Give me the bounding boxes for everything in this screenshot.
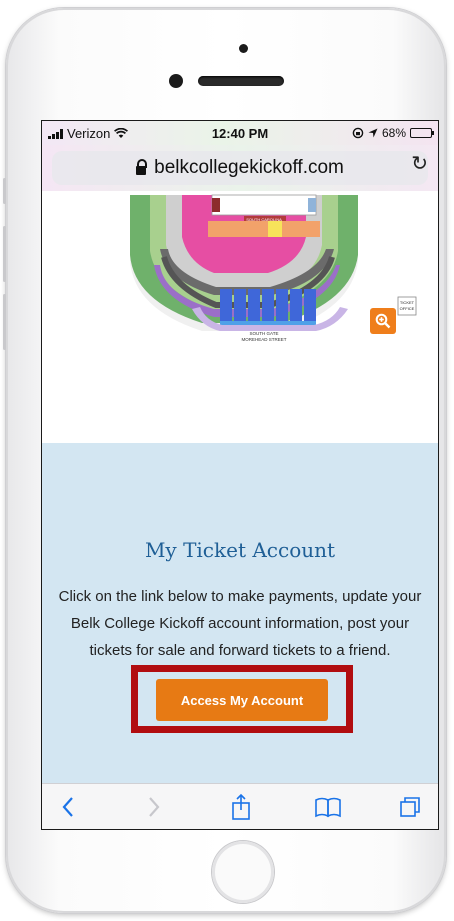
ticket-office-label-2: OFFICE <box>400 306 415 311</box>
browser-toolbar <box>42 783 438 829</box>
url-text: belkcollegekickoff.com <box>154 157 344 178</box>
street-label: MOREHEAD STREET <box>241 337 286 342</box>
highlight-box <box>131 665 353 733</box>
ticket-account-section: My Ticket Account Click on the link belo… <box>42 443 438 783</box>
browser-address-area: belkcollegekickoff.com ↻ <box>42 145 438 191</box>
back-button[interactable] <box>52 792 84 822</box>
ticket-office-label-1: TICKET <box>400 300 415 305</box>
proximity-sensor <box>239 44 248 53</box>
map-zoom-button[interactable] <box>370 308 396 334</box>
forward-button[interactable] <box>138 792 170 822</box>
bookmarks-icon <box>315 797 341 818</box>
battery-icon <box>410 128 434 138</box>
back-icon <box>62 797 73 817</box>
address-bar[interactable]: belkcollegekickoff.com <box>52 151 428 185</box>
stadium-seating-map[interactable]: TICKET OFFICE SOUTH CAROLINA SOUTH GATE … <box>42 191 438 443</box>
rotation-lock-icon <box>352 127 364 139</box>
location-icon <box>368 128 378 138</box>
battery-percent: 68% <box>381 126 406 140</box>
phone-screen: Verizon 12:40 PM 68% belkcollegekickoff.… <box>41 120 439 830</box>
share-button[interactable] <box>225 792 257 822</box>
tabs-icon <box>400 797 420 817</box>
reload-icon[interactable]: ↻ <box>411 151 428 176</box>
field-end-label: SOUTH CAROLINA <box>246 217 282 222</box>
volume-down-button <box>3 294 6 350</box>
tabs-button[interactable] <box>394 792 426 822</box>
lock-icon <box>136 158 148 175</box>
share-icon <box>232 793 250 820</box>
earpiece-speaker <box>198 76 284 86</box>
zoom-in-icon <box>375 313 391 329</box>
south-gate-label: SOUTH GATE <box>250 331 279 336</box>
status-bar: Verizon 12:40 PM 68% <box>42 121 438 145</box>
section-title: My Ticket Account <box>144 538 336 562</box>
status-right-group: 68% <box>352 126 434 140</box>
volume-up-button <box>3 226 6 282</box>
mute-switch <box>3 178 6 204</box>
forward-icon <box>149 797 160 817</box>
section-description: Click on the link below to make payments… <box>58 588 422 659</box>
bookmarks-button[interactable] <box>312 792 344 822</box>
front-camera <box>169 74 183 88</box>
home-button[interactable] <box>212 841 274 903</box>
